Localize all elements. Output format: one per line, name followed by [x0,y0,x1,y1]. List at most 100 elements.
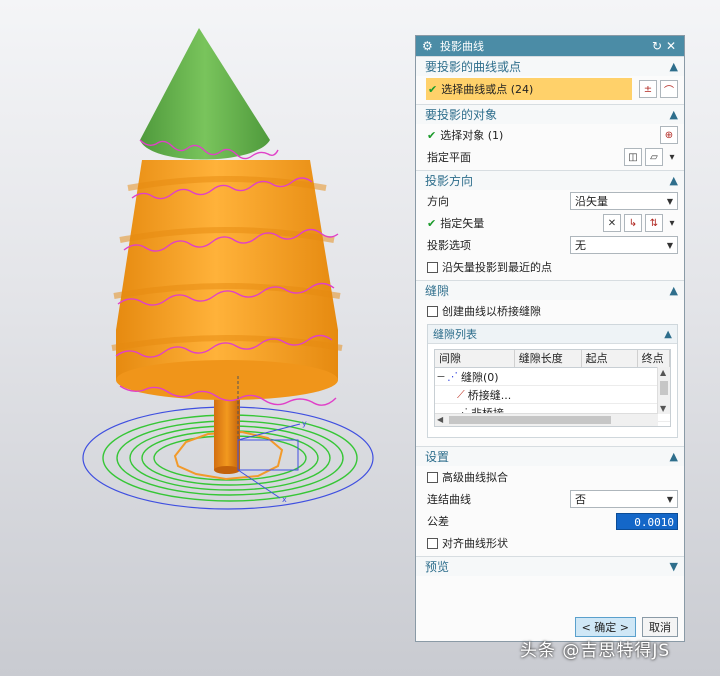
chevron-up-icon[interactable]: ▲ [670,108,678,121]
check-icon: ✔ [427,128,437,142]
chevron-down-icon[interactable]: ▾ [666,214,678,232]
gap-node-icon: ⋰ [447,370,458,383]
section-gap-title: 缝隙 [425,284,450,298]
direction-label: 方向 [427,195,449,208]
project-curve-dialog: ⚙ 投影曲线 ↻ ✕ 要投影的曲线或点 ▲ ✔ 选择曲线或点 (24) ± ⌒ … [415,35,685,642]
select-curve-icon[interactable]: ⌒ [660,80,678,98]
gap-list-header[interactable]: 缝隙列表 ▲ [428,325,677,344]
tolerance-input[interactable]: 0.0010 [616,512,678,530]
vertical-scrollbar[interactable]: ▲ ▼ [657,367,670,414]
projection-option-select[interactable]: 无 ▼ [570,236,678,254]
direction-row: 方向 沿矢量 ▼ [416,190,684,212]
graphics-viewport[interactable]: x y [0,0,414,676]
select-curve-label: 选择曲线或点 (24) [441,83,534,96]
section-preview-header[interactable]: 预览 ▼ [416,556,684,576]
plane-type-icon[interactable]: ▱ [645,148,663,166]
direction-value: 沿矢量 [575,195,608,208]
scrollbar-thumb[interactable] [660,381,668,395]
section-objects-header[interactable]: 要投影的对象 ▲ [416,104,684,124]
table-cell: 缝隙(0) [461,370,499,384]
section-preview-title: 预览 [425,560,450,574]
bridge-gap-row[interactable]: 创建曲线以桥接缝隙 [416,300,684,322]
chevron-down-icon[interactable]: ▼ [670,560,678,573]
nearest-point-checkbox[interactable] [427,261,438,273]
tree-top-cone[interactable] [139,28,279,160]
align-shape-checkbox[interactable] [427,537,438,549]
table-row[interactable]: − ⋰ 缝隙(0) [435,368,670,386]
column-header[interactable]: 间隙 [435,350,515,367]
chevron-down-icon: ▼ [666,494,674,504]
chevron-down-icon: ▼ [666,196,674,206]
tree-body[interactable] [111,160,343,400]
svg-text:y: y [302,419,307,428]
gear-icon: ⚙ [422,39,433,53]
scroll-up-icon[interactable]: ▲ [660,368,666,377]
reset-icon[interactable]: ↻ [650,39,664,53]
chevron-up-icon[interactable]: ▲ [670,60,678,73]
specify-vector-row[interactable]: ✔ 指定矢量 ✕ ↳ ⇅ ▾ [416,212,684,234]
svg-text:x: x [282,495,287,504]
check-icon: ✔ [428,82,438,96]
horizontal-scrollbar[interactable]: ◀ [435,413,658,426]
chevron-down-icon[interactable]: ▾ [666,148,678,166]
select-object-row[interactable]: ✔ 选择对象 (1) ⊕ [416,124,684,146]
advanced-fit-row[interactable]: 高级曲线拟合 [416,466,684,488]
projection-option-value: 无 [575,239,586,252]
check-icon: ✔ [427,216,437,230]
bridge-gap-checkbox[interactable] [427,305,438,317]
join-curves-select[interactable]: 否 ▼ [570,490,678,508]
gap-table-header: 间隙 缝隙长度 起点 终点 [435,350,670,368]
scrollbar-thumb[interactable] [449,416,611,424]
section-settings-title: 设置 [425,450,450,464]
column-header[interactable]: 终点 [638,350,670,367]
vector-type-icon[interactable]: ⇅ [645,214,663,232]
section-settings-header[interactable]: 设置 ▲ [416,446,684,466]
projection-option-row: 投影选项 无 ▼ [416,234,684,256]
vector-dialog-icon[interactable]: ↳ [624,214,642,232]
tree-collapse-icon[interactable]: − [435,370,447,383]
curve-rule-icon[interactable]: ± [639,80,657,98]
tolerance-label: 公差 [427,515,449,528]
column-header[interactable]: 缝隙长度 [515,350,582,367]
chevron-down-icon: ▼ [666,240,674,250]
column-header[interactable]: 起点 [582,350,638,367]
crosshair-icon[interactable]: ⊕ [660,126,678,144]
advanced-fit-checkbox[interactable] [427,471,438,483]
section-gap-header[interactable]: 缝隙 ▲ [416,280,684,300]
select-curve-row[interactable]: ✔ 选择曲线或点 (24) ± ⌒ [416,78,684,100]
close-icon[interactable]: ✕ [664,39,678,53]
specify-vector-label: 指定矢量 [440,217,485,230]
plane-dialog-icon[interactable]: ◫ [624,148,642,166]
section-curves-header[interactable]: 要投影的曲线或点 ▲ [416,56,684,76]
chevron-up-icon[interactable]: ▲ [670,450,678,463]
select-object-label: 选择对象 (1) [440,129,504,142]
cancel-button[interactable]: 取消 [642,617,678,637]
select-curve-field[interactable]: ✔ 选择曲线或点 (24) [426,78,632,100]
specify-plane-label: 指定平面 [427,151,471,164]
advanced-fit-label: 高级曲线拟合 [442,471,508,484]
scroll-left-icon[interactable]: ◀ [437,415,443,424]
scroll-down-icon[interactable]: ▼ [660,404,666,413]
join-curves-label: 连结曲线 [427,493,471,506]
section-direction-header[interactable]: 投影方向 ▲ [416,170,684,190]
gap-list-title: 缝隙列表 [433,328,477,341]
chevron-up-icon[interactable]: ▲ [670,174,678,187]
align-shape-label: 对齐曲线形状 [442,537,508,550]
ok-button[interactable]: < 确定 > [574,617,636,637]
dialog-title: 投影曲线 [440,40,484,53]
reverse-direction-icon[interactable]: ✕ [603,214,621,232]
direction-select[interactable]: 沿矢量 ▼ [570,192,678,210]
chevron-up-icon[interactable]: ▲ [670,284,678,297]
dialog-titlebar[interactable]: ⚙ 投影曲线 ↻ ✕ [416,36,684,56]
gap-table: 间隙 缝隙长度 起点 终点 − ⋰ 缝隙(0) ⟋ 桥接缝... ⋰ 非桥接..… [434,349,671,427]
align-shape-row[interactable]: 对齐曲线形状 [416,532,684,554]
tolerance-row: 公差 0.0010 [416,510,684,532]
gap-list-panel: 缝隙列表 ▲ 间隙 缝隙长度 起点 终点 − ⋰ 缝隙(0) ⟋ 桥接缝... … [427,324,678,438]
table-row[interactable]: ⟋ 桥接缝... [435,386,670,404]
watermark: 头条 @吉思特得JS [520,641,671,661]
nearest-point-row[interactable]: 沿矢量投影到最近的点 [416,256,684,278]
section-curves-title: 要投影的曲线或点 [425,60,522,74]
chevron-up-icon[interactable]: ▲ [664,329,672,340]
join-curves-value: 否 [575,493,586,506]
specify-plane-row[interactable]: 指定平面 ◫ ▱ ▾ [416,146,684,168]
